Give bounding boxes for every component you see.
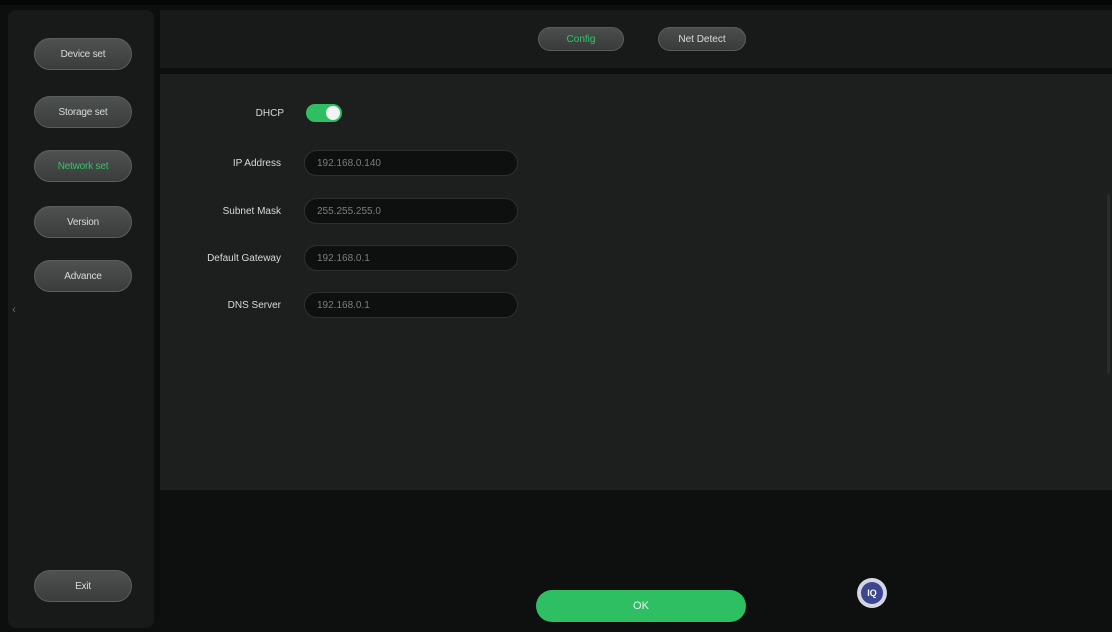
- chevron-left-icon[interactable]: ‹: [9, 300, 19, 320]
- screen: Device set Storage set Network set Versi…: [0, 0, 1112, 632]
- default-gateway-field[interactable]: 192.168.0.1: [304, 245, 518, 271]
- sidebar-item-network-set[interactable]: Network set: [34, 150, 132, 182]
- subnet-mask-field[interactable]: 255.255.255.0: [304, 198, 518, 224]
- dns-server-field[interactable]: 192.168.0.1: [304, 292, 518, 318]
- footer-bar: OK IQ: [160, 490, 1112, 632]
- network-config-panel: DHCP IP Address 192.168.0.140 Subnet Mas…: [160, 74, 1112, 490]
- ip-address-field[interactable]: 192.168.0.140: [304, 150, 518, 176]
- sidebar: Device set Storage set Network set Versi…: [8, 10, 154, 628]
- sidebar-item-version[interactable]: Version: [34, 206, 132, 238]
- ip-address-label: IP Address: [232, 158, 281, 169]
- sidebar-item-storage-set[interactable]: Storage set: [34, 96, 132, 128]
- tab-net-detect[interactable]: Net Detect: [658, 27, 746, 51]
- dns-server-label: DNS Server: [227, 300, 281, 311]
- iq-icon-button[interactable]: IQ: [857, 578, 887, 608]
- subnet-mask-label: Subnet Mask: [222, 206, 281, 217]
- sidebar-item-advance[interactable]: Advance: [34, 260, 132, 292]
- tab-bar: Config Net Detect: [160, 10, 1112, 68]
- sidebar-item-device-set[interactable]: Device set: [34, 38, 132, 70]
- dhcp-label: DHCP: [255, 108, 284, 119]
- default-gateway-label: Default Gateway: [207, 253, 281, 264]
- tab-config[interactable]: Config: [538, 27, 624, 51]
- scrollbar[interactable]: [1107, 194, 1110, 374]
- dhcp-toggle[interactable]: [306, 104, 342, 122]
- top-edge: [0, 0, 1112, 5]
- toggle-knob: [326, 106, 340, 120]
- exit-button[interactable]: Exit: [34, 570, 132, 602]
- ok-button[interactable]: OK: [536, 590, 746, 622]
- iq-icon: IQ: [861, 582, 883, 604]
